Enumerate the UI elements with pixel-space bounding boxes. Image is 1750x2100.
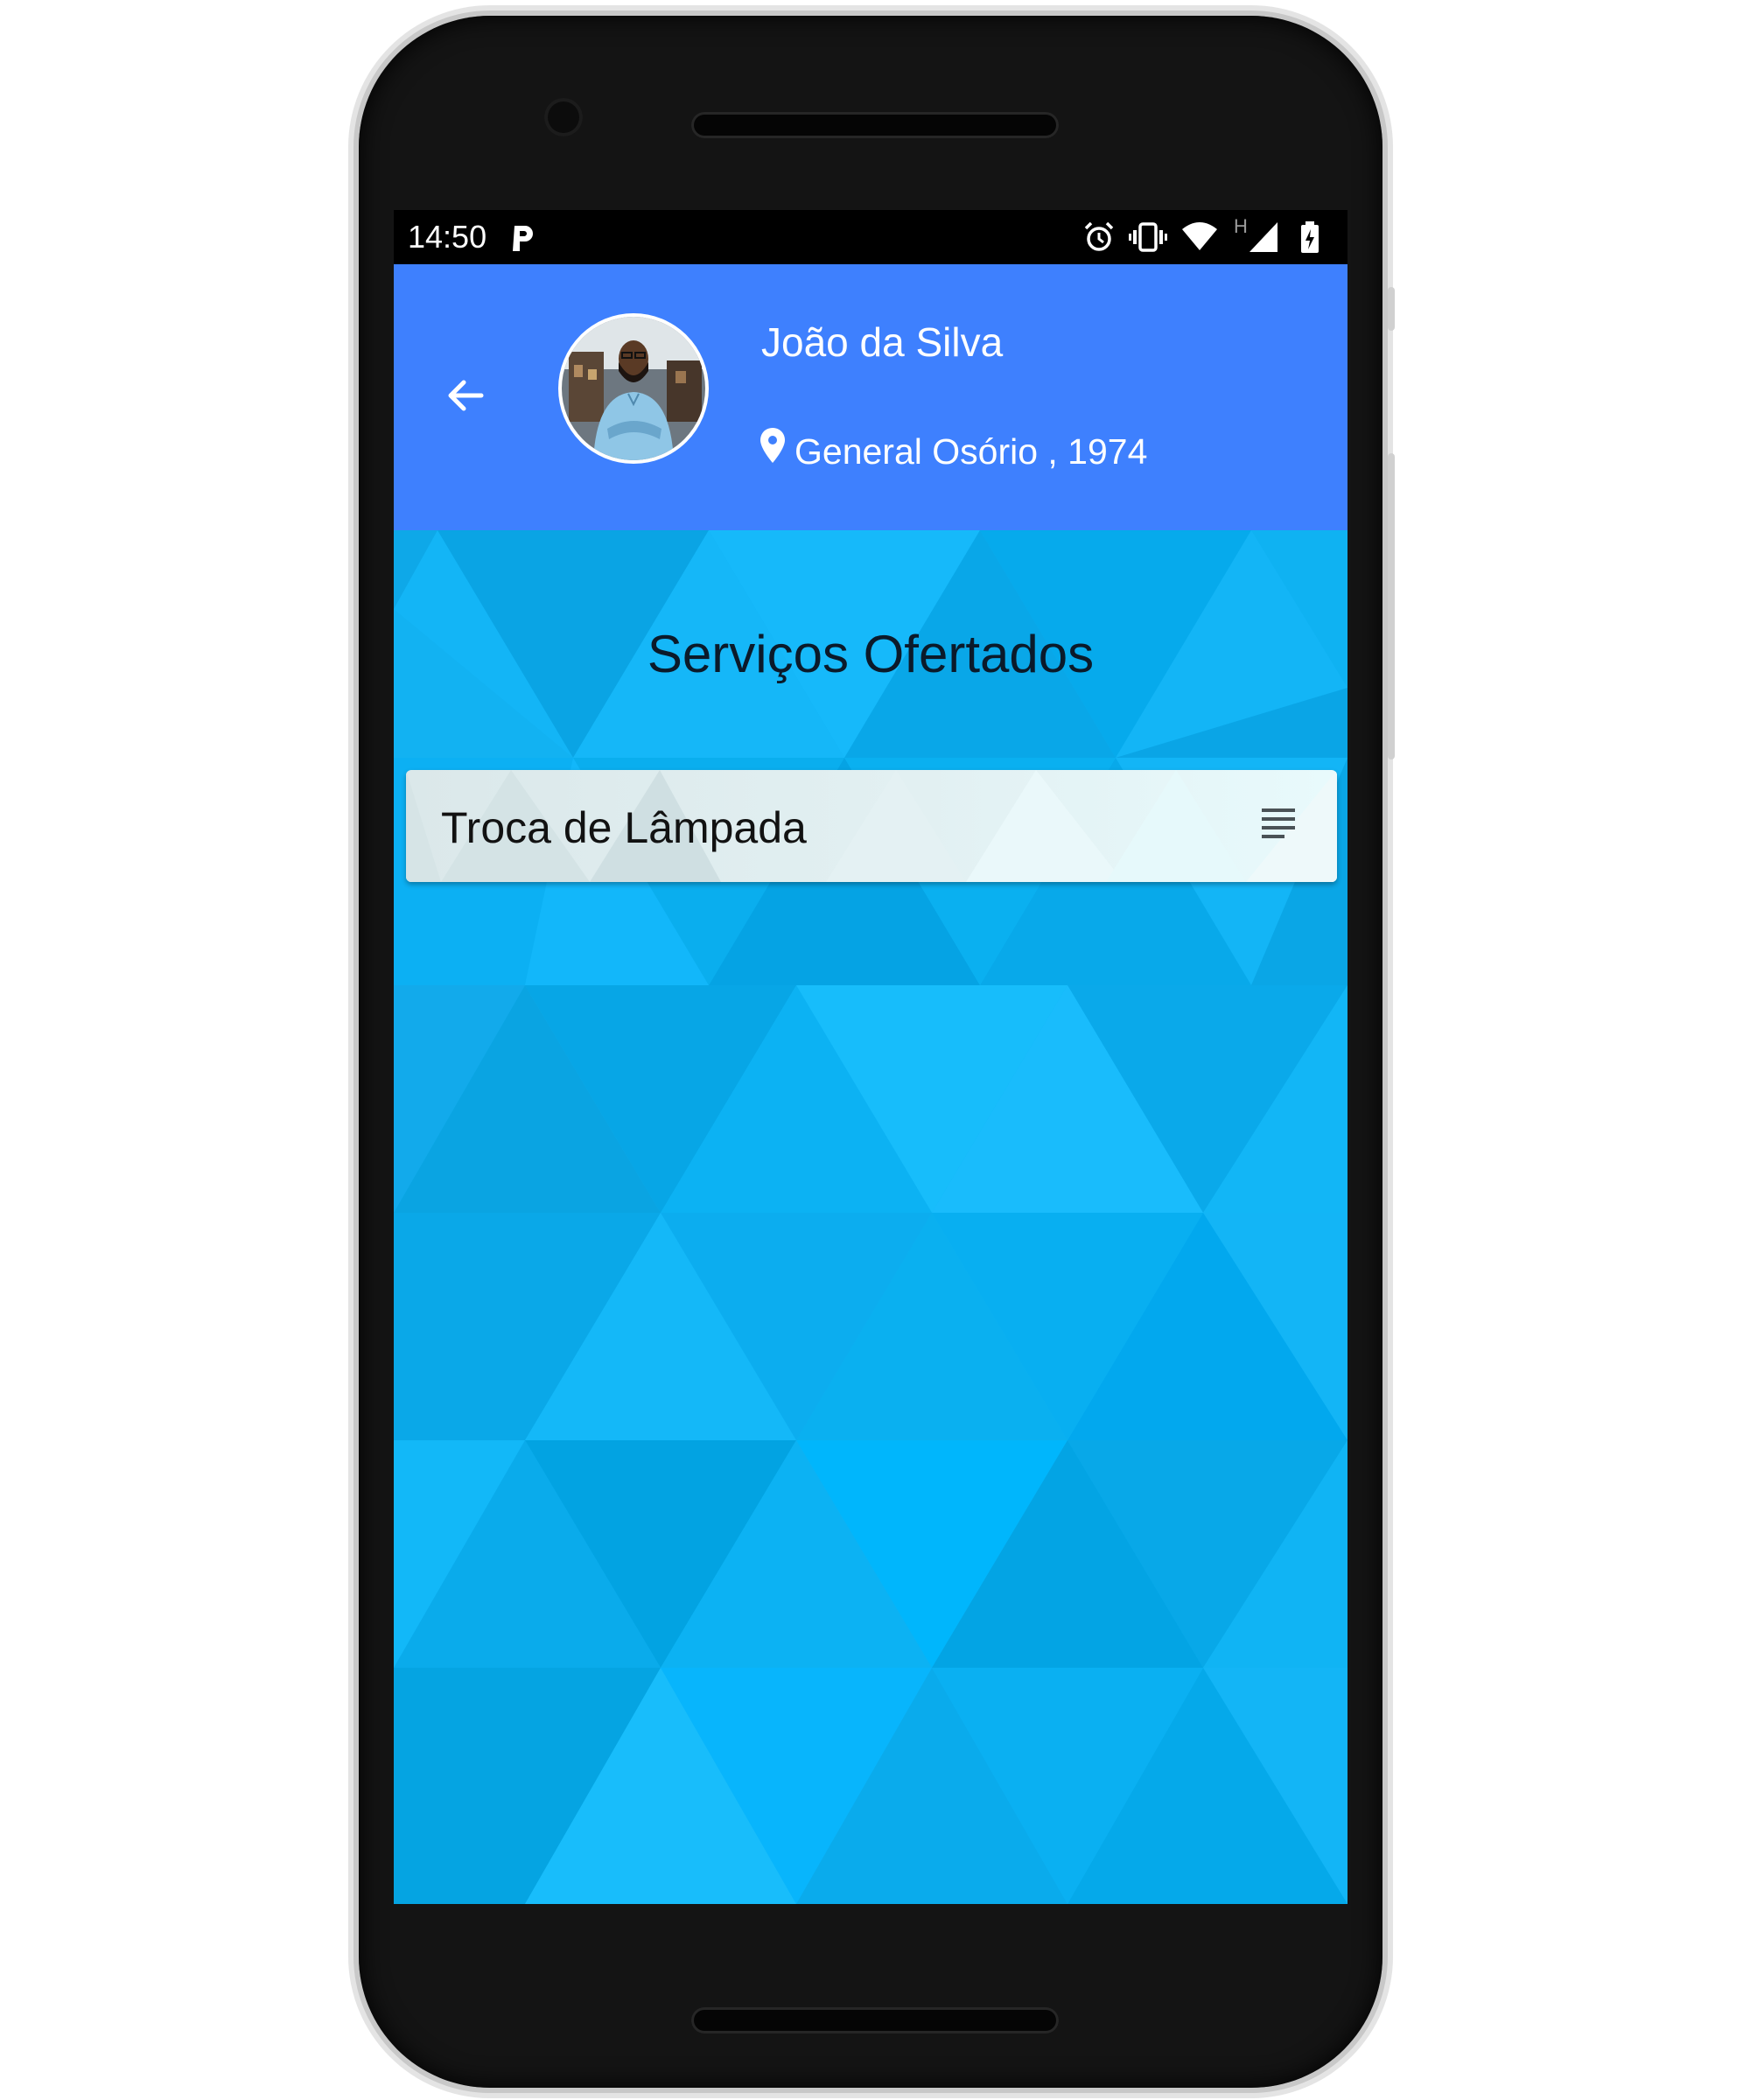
location-text: General Osório , 1974 (794, 431, 1148, 472)
status-icons: H (1083, 215, 1337, 256)
volume-button (1388, 453, 1395, 760)
status-bar: 14:50 H (394, 210, 1348, 264)
network-type-label: H (1234, 215, 1248, 237)
service-label: Troca de Lâmpada (441, 803, 807, 852)
user-name: João da Silva (761, 319, 1004, 365)
status-time: 14:50 (408, 219, 487, 255)
bottom-speaker (691, 2007, 1059, 2034)
power-button (1388, 287, 1395, 331)
section-title: Serviços Ofertados (647, 625, 1095, 683)
avatar-photo (562, 317, 705, 460)
service-item[interactable]: Troca de Lâmpada (406, 770, 1337, 882)
front-camera (544, 98, 583, 136)
background-pattern (394, 530, 1348, 1904)
wifi-icon (1182, 222, 1217, 250)
location-pin-icon (760, 428, 785, 463)
profile-header: João da Silva General Osório , 1974 (394, 264, 1348, 530)
top-speaker (691, 112, 1059, 138)
avatar[interactable] (562, 317, 705, 460)
phone-frame: 14:50 H João da Silva General Osório , 1… (359, 16, 1395, 2088)
battery-charging-icon (1301, 221, 1319, 253)
notes-icon[interactable] (1260, 807, 1297, 844)
alarm-icon (1084, 221, 1114, 251)
signal-h-icon (1250, 222, 1278, 252)
vibrate-icon (1129, 222, 1167, 252)
app-screen: 14:50 H João da Silva General Osório , 1… (394, 210, 1348, 1904)
arrow-left-icon[interactable] (439, 369, 492, 422)
parking-icon (513, 226, 533, 251)
